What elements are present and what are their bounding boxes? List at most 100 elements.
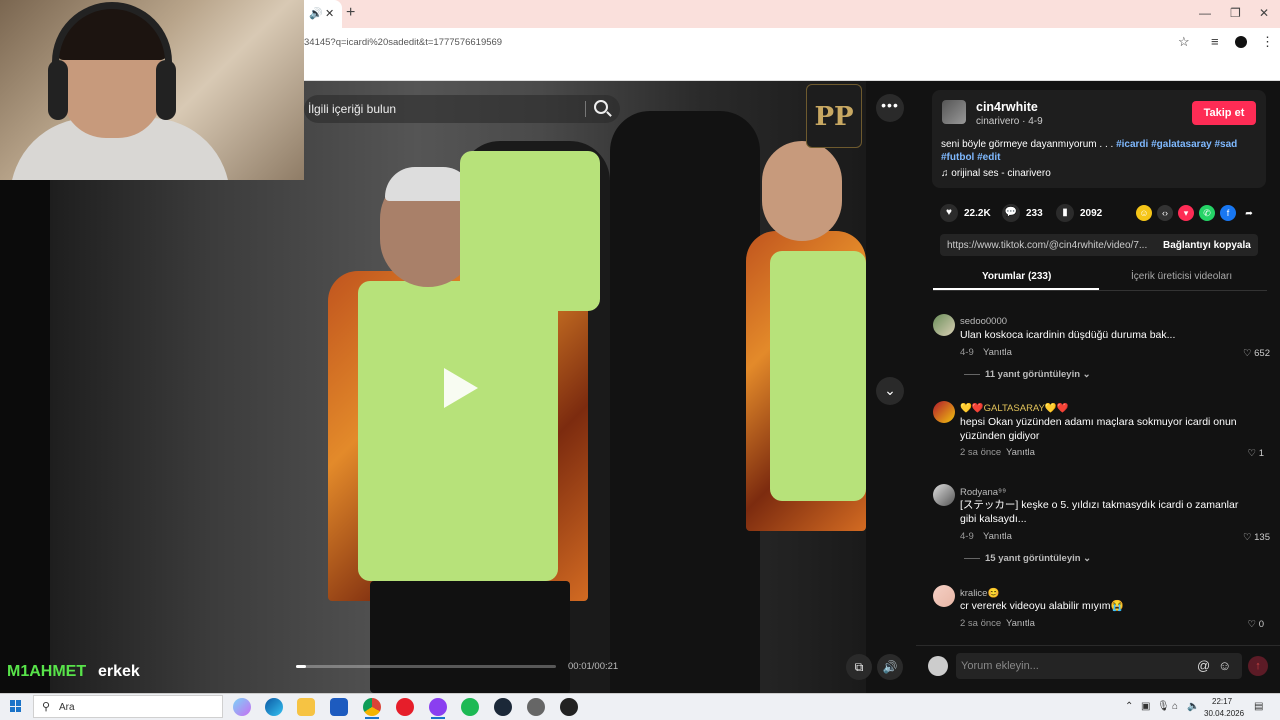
comment-text: Ulan koskoca icardinin düşdüğü duruma ba…: [960, 329, 1176, 341]
comment-like[interactable]: ♡ 135: [1230, 532, 1270, 543]
comment-avatar[interactable]: [933, 314, 955, 336]
pip-icon[interactable]: ⧉: [846, 654, 872, 680]
whatsapp-icon[interactable]: ✆: [1199, 205, 1215, 221]
author-username[interactable]: cin4rwhite: [976, 100, 1038, 114]
windows-start-icon[interactable]: [10, 700, 22, 712]
bookmark-icon[interactable]: ▮: [1056, 204, 1074, 222]
screen: 🔊 ✕ + — ❐ ✕ 34145?q=icardi%20sadedit&t=1…: [0, 0, 1280, 720]
related-search[interactable]: İlgili içeriği bulun: [304, 95, 620, 123]
browser-tabbar: [304, 0, 1280, 28]
discord-icon[interactable]: [429, 698, 447, 716]
reply-button[interactable]: Yanıtla: [983, 347, 1012, 358]
more-options-button[interactable]: •••: [876, 94, 904, 122]
store-icon[interactable]: [330, 698, 348, 716]
star-icon[interactable]: ☆: [1178, 34, 1190, 50]
chrome-icon[interactable]: [363, 698, 381, 716]
my-avatar[interactable]: [928, 656, 948, 676]
comment-count: 233: [1026, 208, 1043, 219]
next-video-button[interactable]: ⌄: [876, 377, 904, 405]
video-caption: seni böyle görmeye dayanmıyorum . . . #i…: [941, 138, 1241, 164]
comment-like[interactable]: ♡ 652: [1230, 348, 1270, 359]
comment-time: 4-9: [960, 531, 974, 542]
file-explorer-icon[interactable]: [297, 698, 315, 716]
emoji-icon[interactable]: ☺: [1218, 658, 1231, 673]
speaker-icon[interactable]: 🔊: [309, 7, 323, 20]
copilot-icon[interactable]: [233, 698, 251, 716]
friends-share-icon[interactable]: ☺: [1136, 205, 1152, 221]
comment-icon[interactable]: 💬: [1002, 204, 1020, 222]
comment-time: 4-9: [960, 347, 974, 358]
comment-placeholder[interactable]: Yorum ekleyin...: [961, 660, 1039, 672]
video-link[interactable]: https://www.tiktok.com/@cin4rwhite/video…: [947, 240, 1147, 251]
video-time: 00:01/00:21: [568, 661, 619, 672]
facebook-icon[interactable]: f: [1220, 205, 1236, 221]
bookmark-bar: [304, 56, 1280, 81]
like-count: 22.2K: [964, 208, 991, 219]
comment-avatar[interactable]: [933, 585, 955, 607]
reply-button[interactable]: Yanıtla: [1006, 447, 1035, 458]
video-progress[interactable]: [296, 665, 556, 668]
comment-text: hepsi Okan yüzünden adamı maçlara sokmuy…: [960, 416, 1237, 442]
comment-like[interactable]: ♡ 0: [1224, 619, 1264, 630]
send-comment-button[interactable]: ↑: [1248, 656, 1268, 676]
comment-username[interactable]: sedoo0000: [960, 316, 1007, 327]
new-tab-button[interactable]: +: [346, 4, 355, 22]
opera-icon[interactable]: [396, 698, 414, 716]
url-text[interactable]: 34145?q=icardi%20sadedit&t=1777576619569: [304, 37, 502, 48]
caption-tags-2[interactable]: #futbol #edit: [941, 152, 1000, 163]
menu-kebab-icon[interactable]: ⋮: [1261, 34, 1274, 50]
spotify-icon[interactable]: [461, 698, 479, 716]
embed-icon[interactable]: ‹›: [1157, 205, 1173, 221]
like-heart-icon[interactable]: ♥: [940, 204, 958, 222]
search-input[interactable]: İlgili içeriği bulun: [308, 102, 396, 116]
channel-logo: PP: [806, 84, 862, 148]
network-icon[interactable]: ⌂: [1172, 701, 1178, 712]
view-replies-button[interactable]: 11 yanıt görüntüleyin ⌄: [985, 369, 1091, 380]
profile-avatar[interactable]: [1235, 36, 1247, 48]
comment-like-count: 135: [1254, 532, 1270, 543]
obs-icon[interactable]: [560, 698, 578, 716]
caption-tags-1[interactable]: #icardi #galatasaray #sad: [1116, 139, 1237, 150]
taskbar-search-text[interactable]: Ara: [59, 702, 75, 713]
volume-icon[interactable]: 🔈: [1187, 701, 1199, 712]
comment-username[interactable]: 💛❤️GALTASARAY💛❤️: [960, 403, 1069, 414]
tab-comments[interactable]: Yorumlar (233): [982, 271, 1051, 282]
steam-icon[interactable]: [494, 698, 512, 716]
media-controls-icon[interactable]: ≡: [1211, 34, 1219, 49]
volume-icon[interactable]: 🔊: [877, 654, 903, 680]
reply-button[interactable]: Yanıtla: [983, 531, 1012, 542]
comment-like-count: 0: [1258, 619, 1264, 630]
settings-icon[interactable]: [527, 698, 545, 716]
comment-username[interactable]: kralice😊: [960, 588, 999, 599]
save-count: 2092: [1080, 208, 1103, 219]
tab-creator-videos[interactable]: İçerik üreticisi videoları: [1131, 271, 1232, 282]
sound-row[interactable]: ♫ orijinal ses - cinarivero: [941, 168, 1051, 179]
search-icon[interactable]: [594, 100, 608, 114]
clock-time[interactable]: 22:17: [1212, 697, 1232, 706]
close-tab-icon[interactable]: ✕: [325, 7, 334, 20]
microphone-icon[interactable]: 🎙: [1157, 701, 1170, 712]
reply-button[interactable]: Yanıtla: [1006, 618, 1035, 629]
sound-label[interactable]: orijinal ses - cinarivero: [951, 168, 1050, 179]
send-icon[interactable]: ▾: [1178, 205, 1194, 221]
play-icon[interactable]: [444, 368, 478, 408]
restore-icon[interactable]: ❐: [1230, 6, 1241, 20]
comment-avatar[interactable]: [933, 401, 955, 423]
notification-icon[interactable]: ▤: [1254, 701, 1263, 712]
copy-link-button[interactable]: Bağlantıyı kopyala: [1163, 240, 1251, 251]
tray-app-icon[interactable]: ▣: [1141, 701, 1150, 712]
comment-username[interactable]: Rodyana⁹⁹: [960, 487, 1006, 498]
close-window-icon[interactable]: ✕: [1259, 6, 1269, 20]
minimize-icon[interactable]: —: [1199, 6, 1211, 20]
author-avatar[interactable]: [942, 100, 966, 124]
edge-icon[interactable]: [265, 698, 283, 716]
comment-avatar[interactable]: [933, 484, 955, 506]
mention-icon[interactable]: @: [1197, 658, 1210, 673]
progress-fill: [296, 665, 307, 668]
share-arrow-icon[interactable]: ➦: [1241, 205, 1257, 221]
clock-date[interactable]: 30.04.2026: [1204, 709, 1244, 718]
view-replies-button[interactable]: 15 yanıt görüntüleyin ⌄: [985, 553, 1091, 564]
follow-button[interactable]: Takip et: [1192, 101, 1256, 125]
comment-like[interactable]: ♡ 1: [1224, 448, 1264, 459]
tray-chevron-icon[interactable]: ⌃: [1125, 701, 1133, 712]
